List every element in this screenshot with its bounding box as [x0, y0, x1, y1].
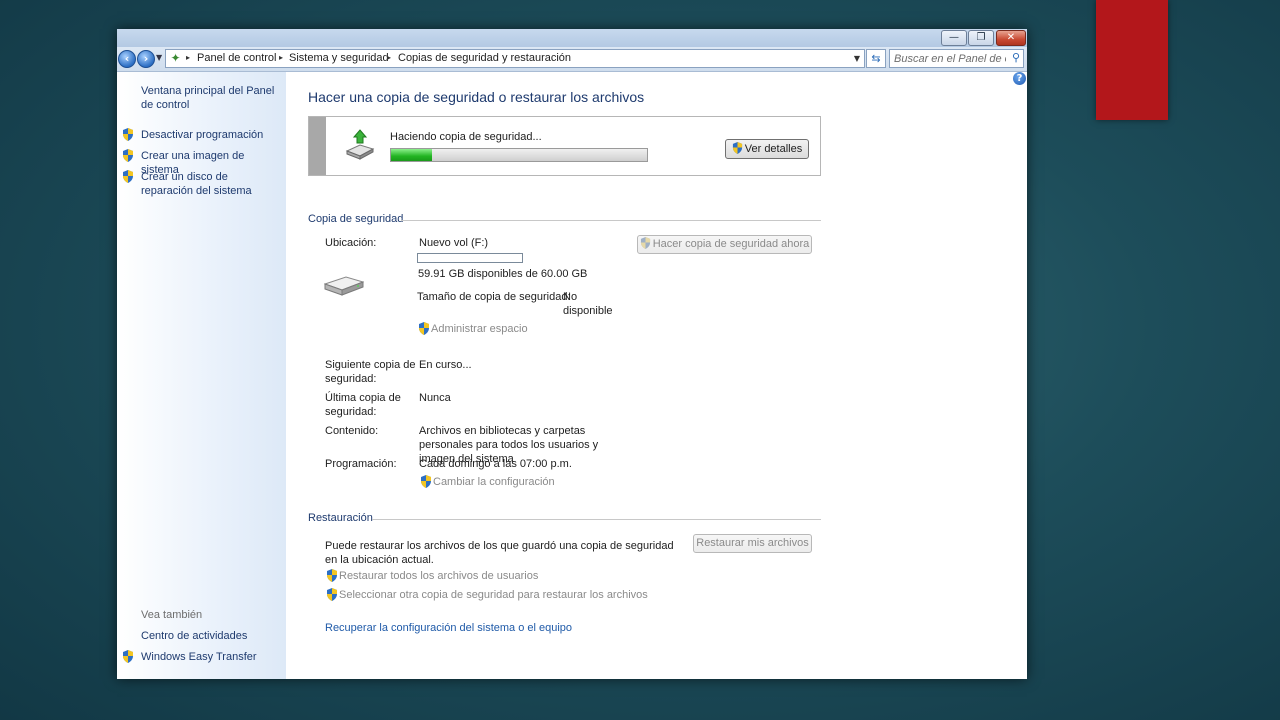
sidebar-item-desactivar-programacion[interactable]: Desactivar programación	[141, 128, 281, 142]
administrar-espacio-link[interactable]: Administrar espacio	[431, 323, 528, 335]
next-backup-value: En curso...	[419, 359, 472, 371]
uac-shield-icon	[421, 475, 431, 488]
uac-shield-icon	[732, 142, 742, 154]
uac-shield-icon	[123, 149, 133, 162]
uac-shield-icon	[123, 128, 133, 141]
uac-shield-icon	[123, 650, 133, 663]
uac-shield-icon	[327, 588, 337, 601]
minimize-button[interactable]: —	[941, 30, 967, 46]
desktop-red-block	[1096, 0, 1168, 120]
see-also-heading: Vea también	[141, 609, 203, 621]
contents-label: Contenido:	[325, 425, 379, 437]
forward-icon[interactable]: ›	[137, 50, 155, 68]
progress-panel-stripe	[309, 117, 326, 175]
search-input[interactable]	[892, 51, 1008, 66]
recuperar-configuracion-link[interactable]: Recuperar la configuración del sistema o…	[325, 622, 572, 634]
uac-shield-icon	[640, 237, 650, 249]
backup-progress-panel: Haciendo copia de seguridad... Ver detal…	[308, 116, 821, 176]
back-icon[interactable]: ‹	[118, 50, 136, 68]
uac-shield-icon	[327, 569, 337, 582]
search-icon[interactable]: ⚲	[1012, 51, 1020, 64]
hacer-copia-ahora-label: Hacer copia de seguridad ahora	[652, 238, 810, 250]
refresh-icon[interactable]: ⇆	[866, 49, 886, 68]
main-content: Hacer una copia de seguridad o restaurar…	[286, 72, 1027, 679]
breadcrumb-sistema-y-seguridad[interactable]: Sistema y seguridad	[289, 52, 389, 64]
space-available-text: 59.91 GB disponibles de 60.00 GB	[418, 268, 588, 280]
location-label: Ubicación:	[325, 237, 377, 249]
next-backup-label: Siguiente copia de seguridad:	[325, 359, 416, 385]
breadcrumb-separator-icon[interactable]: ▸	[186, 53, 190, 62]
backup-progress-fill	[391, 149, 432, 161]
last-backup-label: Última copia de seguridad:	[325, 392, 401, 418]
backup-size-label: Tamaño de copia de seguridad:	[417, 291, 571, 303]
backup-section-title: Copia de seguridad	[308, 213, 404, 225]
breadcrumb-separator-icon[interactable]: ▸	[279, 53, 283, 62]
backup-size-value: No disponible	[563, 291, 613, 317]
sidebar-home-link[interactable]: Ventana principal del Panel de control	[141, 84, 281, 112]
control-panel-icon: ✦	[170, 51, 181, 65]
progress-status-text: Haciendo copia de seguridad...	[390, 131, 542, 143]
drive-usage-bar	[417, 253, 523, 263]
schedule-value: Cada domingo a las 07:00 p.m.	[419, 458, 572, 470]
seleccionar-otra-copia-link[interactable]: Seleccionar otra copia de seguridad para…	[339, 589, 648, 601]
ver-detalles-label: Ver detalles	[744, 143, 803, 155]
backup-restore-window: — ❐ ✕ ‹ › ▼ ✦ ▸ Panel de control ▸ Siste…	[117, 29, 1027, 679]
close-button[interactable]: ✕	[996, 30, 1026, 46]
sidebar-item-crear-disco-reparacion[interactable]: Crear un disco de reparación del sistema	[141, 170, 277, 198]
cambiar-configuracion-link[interactable]: Cambiar la configuración	[433, 476, 555, 488]
sidebar: Ventana principal del Panel de control D…	[117, 72, 286, 679]
address-field[interactable]: ✦ ▸ Panel de control ▸ Sistema y segurid…	[165, 49, 865, 68]
backup-progress-bar	[390, 148, 648, 162]
hacer-copia-ahora-button[interactable]: Hacer copia de seguridad ahora	[637, 235, 812, 254]
last-backup-value: Nunca	[419, 392, 451, 404]
sidebar-item-centro-actividades[interactable]: Centro de actividades	[141, 629, 247, 643]
breadcrumb-panel-de-control[interactable]: Panel de control	[197, 52, 277, 64]
address-bar: ‹ › ▼ ✦ ▸ Panel de control ▸ Sistema y s…	[117, 47, 1027, 72]
backup-drive-icon	[345, 129, 375, 160]
location-value: Nuevo vol (F:)	[419, 237, 489, 249]
ver-detalles-button[interactable]: Ver detalles	[725, 139, 809, 159]
schedule-label: Programación:	[325, 458, 397, 470]
uac-shield-icon	[123, 170, 133, 183]
restaurar-todos-link[interactable]: Restaurar todos los archivos de usuarios	[339, 570, 538, 582]
restore-section-title: Restauración	[308, 512, 373, 524]
breadcrumb-copias-de-seguridad[interactable]: Copias de seguridad y restauración	[398, 52, 571, 64]
hard-drive-icon	[324, 276, 364, 296]
uac-shield-icon	[419, 322, 429, 335]
section-divider	[372, 519, 821, 520]
recent-pages-dropdown-icon[interactable]: ▼	[156, 53, 162, 62]
search-box[interactable]: ⚲	[889, 49, 1024, 68]
sidebar-item-windows-easy-transfer[interactable]: Windows Easy Transfer	[141, 650, 257, 664]
address-history-dropdown-icon[interactable]: ▼	[854, 54, 860, 63]
section-divider	[401, 220, 821, 221]
restore-description: Puede restaurar los archivos de los que …	[325, 540, 674, 566]
maximize-button[interactable]: ❐	[968, 30, 994, 46]
restaurar-mis-archivos-button[interactable]: Restaurar mis archivos	[693, 534, 812, 553]
breadcrumb-separator-icon[interactable]: ▸	[387, 53, 391, 62]
title-bar: — ❐ ✕	[117, 29, 1027, 47]
page-title: Hacer una copia de seguridad o restaurar…	[308, 89, 645, 105]
